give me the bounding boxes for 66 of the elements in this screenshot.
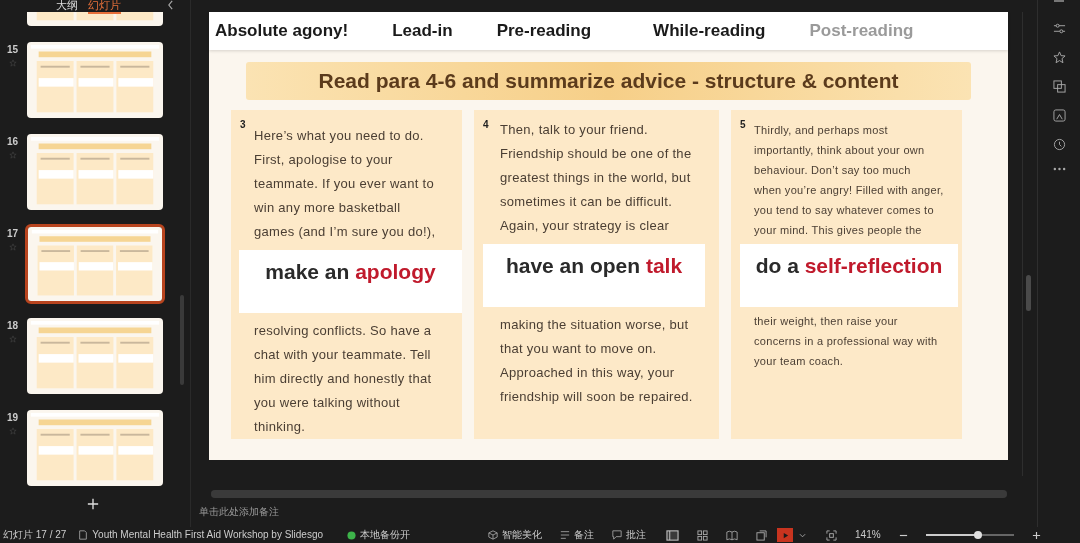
slide-number: 17 — [6, 228, 19, 239]
nav-label: Pre-reading — [496, 21, 592, 41]
scrollbar-thumb[interactable] — [211, 490, 1007, 498]
play-icon — [781, 531, 789, 539]
paragraph-text: Thirdly, and perhaps most importantly, think about your own behaviour. Don’t say too much when you’re angry! Filled with anger, you tend to say whatever comes to your mind. This gives people the — [754, 123, 944, 238]
history-icon[interactable] — [1052, 138, 1066, 151]
comments-button[interactable]: 批注 — [622, 528, 647, 542]
status-dot-icon — [347, 530, 357, 540]
fit-icon[interactable] — [826, 529, 838, 541]
notes-icon[interactable] — [560, 530, 571, 540]
nav-label: Post-reading — [809, 21, 914, 41]
star-icon — [8, 243, 17, 251]
paragraph-number: 4 — [483, 119, 489, 130]
notes-field[interactable]: 单击此处添加备注 — [199, 506, 399, 517]
nav-label: Absolute agony! — [215, 21, 349, 41]
comment-icon[interactable] — [612, 530, 623, 540]
sidebar-tab[interactable]: 大纲 — [56, 0, 78, 12]
paragraph-text: Here’s what you need to do. First, apologise to your teammate. If you ever want to win any more basketball games (and I’m sure you do!), — [254, 127, 436, 241]
more-icon[interactable] — [1052, 167, 1066, 171]
summary-phrase: have an open talk — [483, 244, 705, 307]
play-button[interactable] — [777, 528, 794, 542]
paragraph-text: Then, talk to your friend. Friendship should be one of the greatest things in the world, but sometimes it can be difficult. Again, your strategy is clear — [500, 121, 692, 235]
sliders-icon[interactable] — [1052, 22, 1066, 35]
paragraph-number: 5 — [740, 119, 746, 130]
collapse-icon[interactable] — [167, 0, 174, 10]
add-slide-icon[interactable] — [85, 496, 101, 512]
paragraph-text: resolving conflicts. So have a chat with your teammate. Tell him directly and honestly that you were talking without thinking. — [254, 322, 432, 436]
slide-counter: 幻灯片 17 / 27 — [3, 528, 67, 542]
summary-phrase: do a self-reflection — [740, 244, 958, 307]
backup-button[interactable]: 本地备份开 — [356, 528, 411, 542]
slider-thumb[interactable] — [974, 531, 983, 539]
notes-button[interactable]: 备注 — [570, 528, 595, 542]
paragraph-text: their weight, then raise your concerns in a professional way with your team coach. — [754, 314, 938, 369]
nav-label: While-reading — [653, 21, 766, 41]
slide-number: 16 — [6, 136, 19, 147]
grid-view-icon[interactable] — [697, 529, 709, 541]
present-icon[interactable] — [756, 529, 768, 541]
slide-thumbnail[interactable] — [25, 40, 165, 120]
star-icon — [8, 151, 17, 159]
zoom-in-icon[interactable] — [1031, 530, 1041, 540]
star-icon — [8, 427, 17, 435]
caret-icon[interactable] — [799, 532, 807, 538]
star-icon — [8, 59, 17, 67]
star-icon[interactable] — [1052, 51, 1066, 64]
normal-view-icon[interactable] — [666, 529, 680, 541]
slide-number: 18 — [6, 320, 19, 331]
paragraph-number: 3 — [240, 119, 246, 130]
summary-phrase: make an apology — [239, 250, 462, 313]
nav-label: Lead-in — [392, 21, 453, 41]
slide-number: 19 — [6, 412, 19, 423]
document-icon — [78, 530, 89, 540]
slide-title: Read para 4-6 and summarize advice - structure & content — [246, 62, 971, 100]
slide-thumbnail[interactable] — [25, 132, 165, 212]
zoom-level: 141% — [855, 528, 881, 542]
slide-thumbnail[interactable] — [25, 408, 165, 488]
paragraph-text: making the situation worse, but that you want to move on. Approached in this way, your friendship will soon be repaired. — [500, 316, 693, 406]
slide-number: 15 — [6, 44, 19, 55]
book-icon[interactable] — [726, 529, 739, 541]
document-name: Youth Mental Health First Aid Workshop by Slidesgo — [92, 528, 324, 542]
cube-icon[interactable] — [488, 530, 499, 540]
beautify-button[interactable]: 智能美化 — [498, 528, 543, 542]
slide-thumbnail[interactable] — [25, 224, 165, 304]
copy-icon[interactable] — [1052, 80, 1066, 93]
slide-thumbnail[interactable] — [25, 316, 165, 396]
scrollbar-thumb[interactable] — [1026, 275, 1031, 311]
star-icon — [8, 335, 17, 343]
